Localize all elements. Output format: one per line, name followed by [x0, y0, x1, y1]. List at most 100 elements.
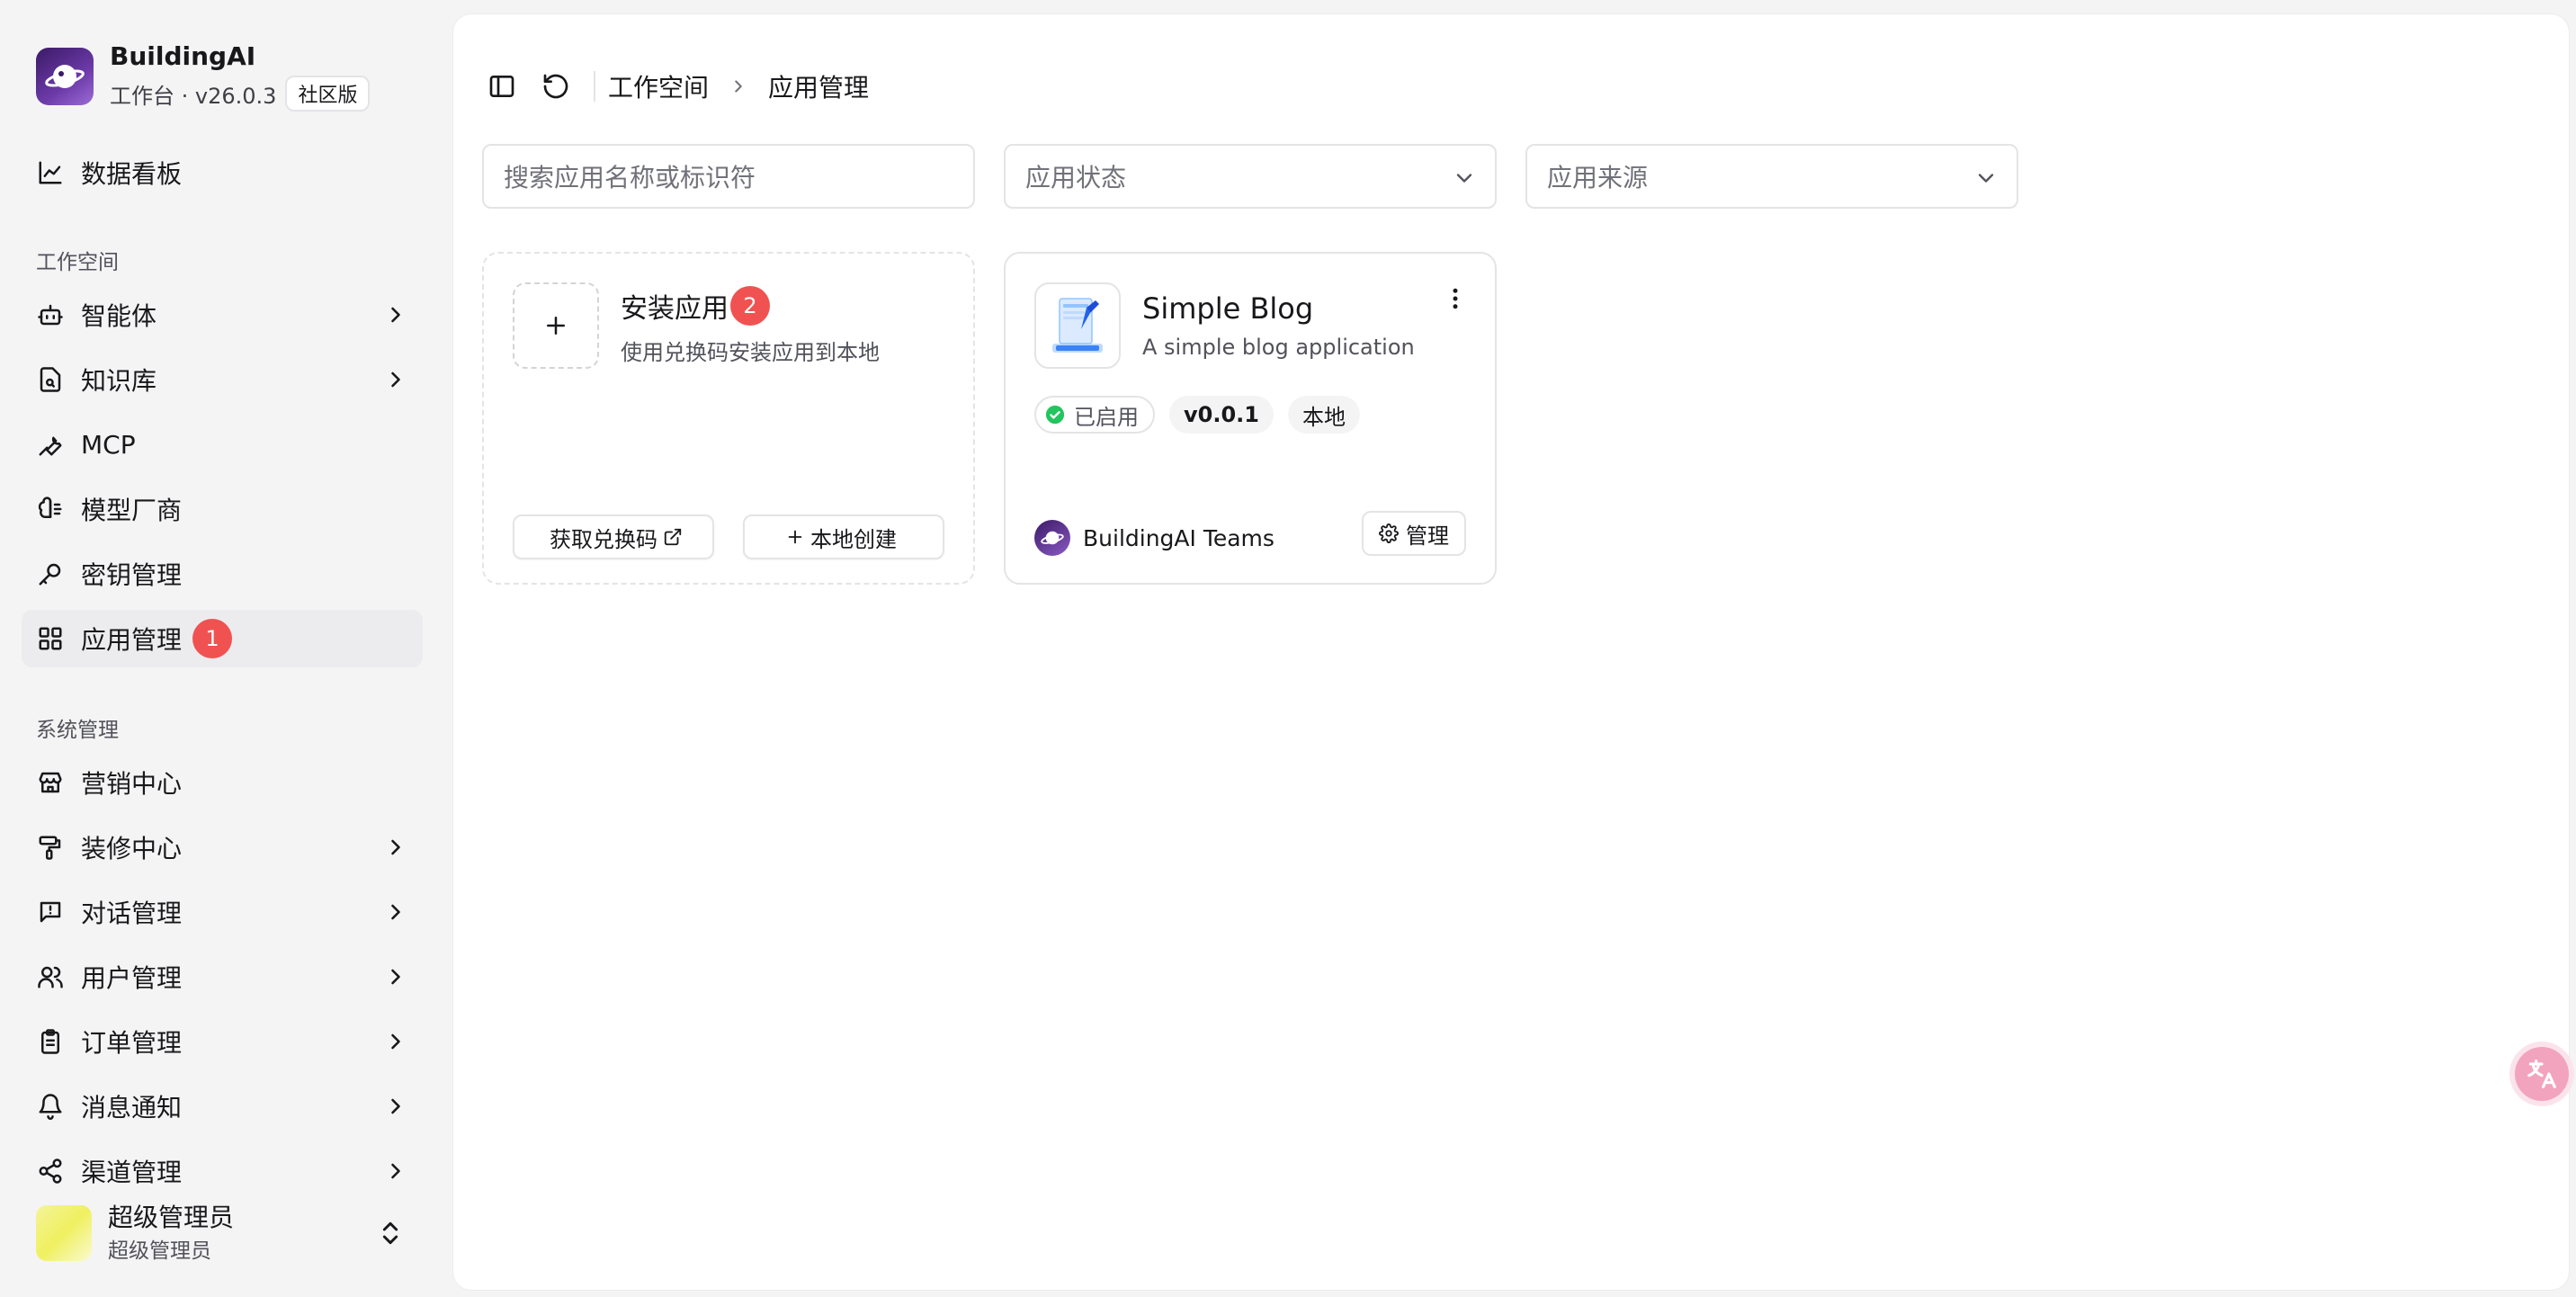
sidebar-item-notifications[interactable]: 消息通知 — [22, 1078, 423, 1135]
install-app-button[interactable] — [513, 282, 599, 369]
sidebar-item-marketing[interactable]: 营销中心 — [22, 754, 423, 811]
sidebar-item-channels[interactable]: 渠道管理 — [22, 1142, 423, 1184]
paint-roller-icon — [36, 833, 65, 862]
user-name: 超级管理员 — [108, 1203, 235, 1232]
users-icon — [36, 962, 65, 991]
translate-icon — [2527, 1060, 2556, 1088]
grid-icon — [36, 624, 65, 653]
user-menu[interactable]: 超级管理员 超级管理员 — [36, 1203, 414, 1263]
brand-name: BuildingAI — [110, 41, 256, 71]
app-root: BuildingAI 工作台 · v26.0.3 社区版 数据看板 工作空间 智… — [0, 0, 2576, 1297]
key-icon — [36, 559, 65, 588]
sidebar-panel-icon — [489, 76, 514, 97]
local-create-button[interactable]: 本地创建 — [743, 514, 944, 559]
source-select[interactable]: 应用来源 — [1525, 144, 2018, 209]
breadcrumb: 工作空间 应用管理 — [608, 68, 869, 104]
plus-icon — [788, 530, 802, 544]
sidebar-item-conversations[interactable]: 对话管理 — [22, 883, 423, 941]
file-search-icon — [36, 365, 65, 394]
chevrons-up-down-icon — [382, 1221, 398, 1245]
get-redeem-code-button[interactable]: 获取兑换码 — [513, 514, 714, 559]
sidebar-item-label: 渠道管理 — [81, 1158, 183, 1184]
author-name: BuildingAI Teams — [1083, 524, 1275, 551]
status-select[interactable]: 应用状态 — [1004, 144, 1497, 209]
main-panel: 工作空间 应用管理 搜索应用名称或标识符 应用状态 应用来源 安装应用 2 使用… — [453, 14, 2569, 1290]
chevron-right-icon — [391, 1163, 400, 1179]
app-tags: 已启用 v0.0.1 本地 — [1034, 396, 1374, 434]
breadcrumb-parent[interactable]: 工作空间 — [608, 68, 709, 104]
message-icon — [36, 898, 65, 926]
brand[interactable]: BuildingAI 工作台 · v26.0.3 社区版 — [36, 41, 371, 112]
sidebar-item-label: 知识库 — [81, 366, 157, 396]
chart-line-icon — [36, 158, 65, 187]
sidebar-item-label: MCP — [81, 429, 136, 460]
chevron-right-icon — [391, 969, 400, 985]
bot-icon — [36, 300, 65, 329]
sidebar-item-label: 应用管理 — [81, 625, 183, 655]
more-vertical-icon — [1453, 288, 1458, 309]
install-description: 使用兑换码安装应用到本地 — [621, 340, 880, 365]
app-name: Simple Blog — [1142, 291, 1314, 326]
get-redeem-code-label: 获取兑换码 — [550, 526, 657, 552]
sidebar-item-orders[interactable]: 订单管理 — [22, 1013, 423, 1070]
sidebar-item-mcp[interactable]: MCP — [22, 416, 423, 473]
sidebar-item-decoration[interactable]: 装修中心 — [22, 818, 423, 876]
brand-logo-icon — [36, 48, 94, 105]
topbar: 工作空间 应用管理 — [482, 56, 869, 117]
chevron-right-icon — [391, 904, 400, 920]
chevron-right-icon — [391, 839, 400, 855]
sidebar: BuildingAI 工作台 · v26.0.3 社区版 数据看板 工作空间 智… — [0, 0, 450, 1297]
check-circle-icon — [1045, 405, 1065, 425]
sidebar-item-users[interactable]: 用户管理 — [22, 948, 423, 1006]
sidebar-item-knowledge[interactable]: 知识库 — [22, 351, 423, 408]
app-description: A simple blog application — [1142, 335, 1415, 360]
manage-app-button[interactable]: 管理 — [1362, 511, 1466, 556]
sidebar-item-agents[interactable]: 智能体 — [22, 286, 423, 344]
install-count-badge: 2 — [730, 286, 770, 326]
status-select-placeholder: 应用状态 — [1025, 163, 1127, 192]
chevron-right-icon — [391, 1033, 400, 1050]
sidebar-item-label: 消息通知 — [81, 1093, 183, 1123]
sidebar-item-label: 数据看板 — [81, 159, 183, 189]
sidebar-item-apps[interactable]: 应用管理 1 — [22, 610, 423, 667]
translate-button[interactable] — [2515, 1047, 2569, 1101]
app-card[interactable]: Simple Blog A simple blog application 已启… — [1004, 252, 1497, 585]
search-input[interactable]: 搜索应用名称或标识符 — [482, 144, 975, 209]
app-thumbnail — [1034, 282, 1121, 369]
manage-label: 管理 — [1406, 523, 1449, 549]
clipboard-icon — [36, 1027, 65, 1056]
sidebar-scroll-clip: 渠道管理 — [0, 1142, 450, 1184]
store-icon — [36, 768, 65, 797]
chevron-right-icon — [735, 80, 742, 93]
avatar — [36, 1205, 92, 1261]
sidebar-item-keys[interactable]: 密钥管理 — [22, 545, 423, 603]
refresh-icon — [543, 74, 568, 99]
breadcrumb-current: 应用管理 — [768, 73, 870, 103]
install-title-text: 安装应用 — [621, 293, 729, 325]
system-section-label: 系统管理 — [36, 719, 119, 742]
chevron-down-icon — [1456, 174, 1472, 183]
bell-icon — [36, 1092, 65, 1121]
author-avatar — [1034, 520, 1070, 556]
plus-icon — [547, 317, 565, 335]
brain-icon — [36, 495, 65, 523]
user-role: 超级管理员 — [108, 1239, 211, 1263]
share-icon — [36, 1157, 65, 1184]
chevron-down-icon — [1978, 174, 1994, 183]
workspace-section-label: 工作空间 — [36, 251, 119, 274]
install-app-card: 安装应用 2 使用兑换码安装应用到本地 获取兑换码 本地创建 — [482, 252, 975, 585]
topbar-divider — [594, 71, 595, 102]
app-author: BuildingAI Teams — [1034, 520, 1275, 556]
sidebar-item-label: 智能体 — [81, 301, 157, 331]
chevron-right-icon — [391, 307, 400, 323]
search-placeholder: 搜索应用名称或标识符 — [504, 163, 756, 192]
source-badge: 本地 — [1287, 396, 1360, 434]
edition-badge: 社区版 — [285, 76, 371, 112]
app-more-button[interactable] — [1437, 281, 1473, 317]
sidebar-item-label: 对话管理 — [81, 899, 183, 928]
refresh-button[interactable] — [536, 67, 576, 106]
sidebar-item-dashboard[interactable]: 数据看板 — [22, 144, 423, 201]
sidebar-item-model-providers[interactable]: 模型厂商 — [22, 480, 423, 538]
apps-count-badge: 1 — [192, 619, 233, 658]
toggle-sidebar-button[interactable] — [482, 67, 522, 106]
